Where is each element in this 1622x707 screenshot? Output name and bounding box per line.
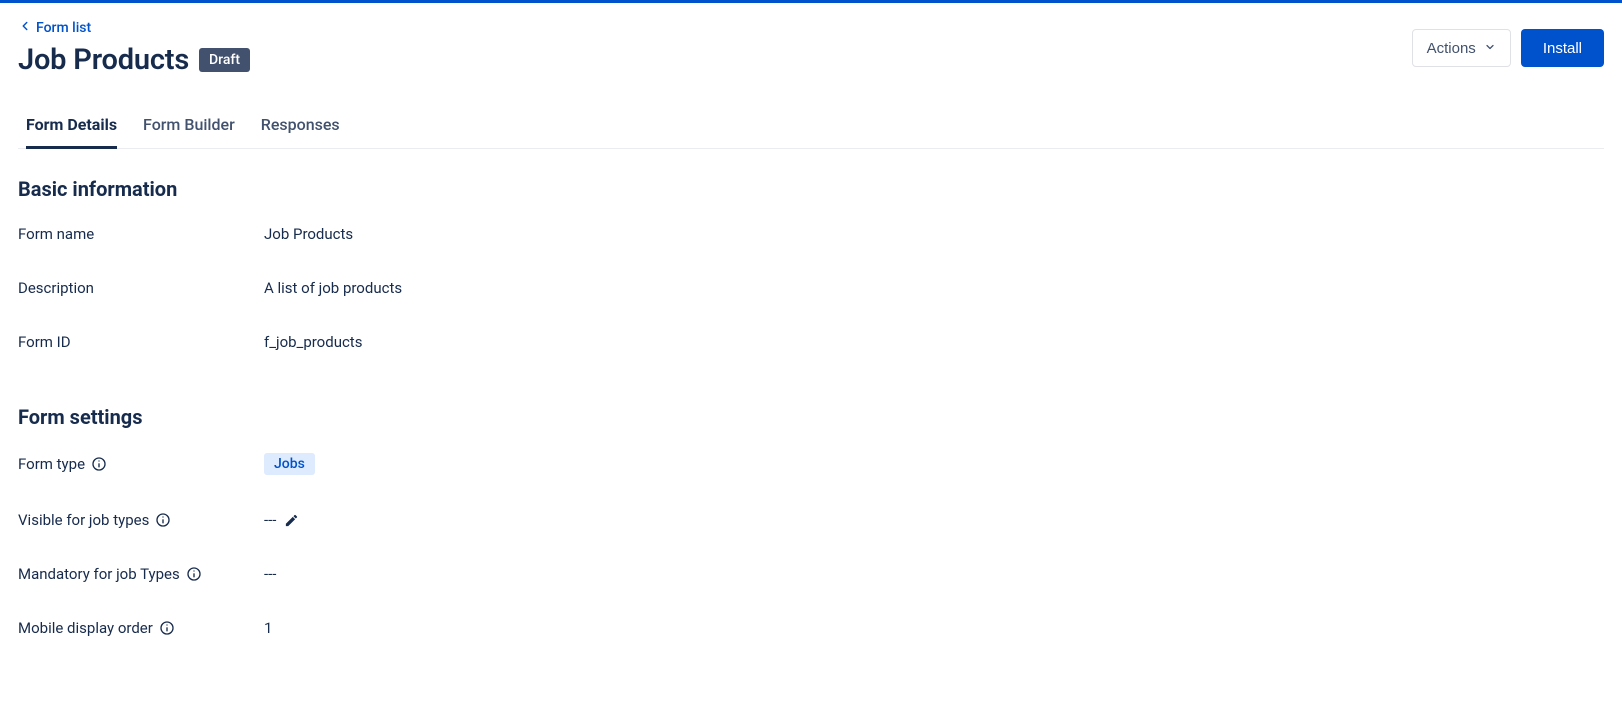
tab-form-builder[interactable]: Form Builder — [143, 107, 235, 149]
label-form-type: Form type — [18, 455, 85, 473]
section-form-settings: Form settings Form type Jobs Visible for… — [18, 395, 1604, 681]
value-mobile-display-order: 1 — [264, 619, 272, 637]
tab-responses[interactable]: Responses — [261, 107, 340, 149]
install-button[interactable]: Install — [1521, 29, 1604, 67]
value-form-id: f_job_products — [264, 333, 362, 351]
section-heading-basic: Basic information — [18, 177, 1604, 201]
info-icon[interactable] — [159, 620, 175, 636]
label-form-id: Form ID — [18, 333, 264, 351]
info-icon[interactable] — [155, 512, 171, 528]
field-visible-job-types: Visible for job types --- — [18, 511, 1604, 529]
status-badge: Draft — [199, 48, 250, 72]
field-mandatory-job-types: Mandatory for job Types --- — [18, 565, 1604, 583]
field-form-name: Form name Job Products — [18, 225, 1604, 243]
chevron-left-icon — [18, 19, 32, 37]
field-form-type: Form type Jobs — [18, 453, 1604, 475]
tab-bar: Form Details Form Builder Responses — [18, 107, 1604, 149]
info-icon[interactable] — [91, 456, 107, 472]
chevron-down-icon — [1484, 40, 1496, 57]
page-header: Form list Job Products Draft Actions Ins… — [18, 19, 1604, 77]
edit-icon[interactable] — [284, 513, 299, 528]
field-form-id: Form ID f_job_products — [18, 333, 1604, 351]
back-link[interactable]: Form list — [18, 19, 250, 37]
label-description: Description — [18, 279, 264, 297]
label-mandatory-job-types: Mandatory for job Types — [18, 565, 180, 583]
value-visible-job-types: --- — [264, 511, 276, 529]
page-title: Job Products — [18, 43, 189, 77]
label-visible-job-types: Visible for job types — [18, 511, 149, 529]
value-form-name: Job Products — [264, 225, 353, 243]
field-mobile-display-order: Mobile display order 1 — [18, 619, 1604, 637]
actions-dropdown[interactable]: Actions — [1412, 29, 1511, 67]
value-description: A list of job products — [264, 279, 402, 297]
actions-label: Actions — [1427, 40, 1476, 57]
form-type-tag: Jobs — [264, 453, 315, 475]
tab-form-details[interactable]: Form Details — [26, 107, 117, 149]
label-form-name: Form name — [18, 225, 264, 243]
section-heading-settings: Form settings — [18, 405, 1604, 429]
info-icon[interactable] — [186, 566, 202, 582]
section-basic-information: Basic information Form name Job Products… — [18, 149, 1604, 395]
label-mobile-display-order: Mobile display order — [18, 619, 153, 637]
field-description: Description A list of job products — [18, 279, 1604, 297]
value-mandatory-job-types: --- — [264, 565, 276, 583]
back-link-label: Form list — [36, 20, 91, 36]
